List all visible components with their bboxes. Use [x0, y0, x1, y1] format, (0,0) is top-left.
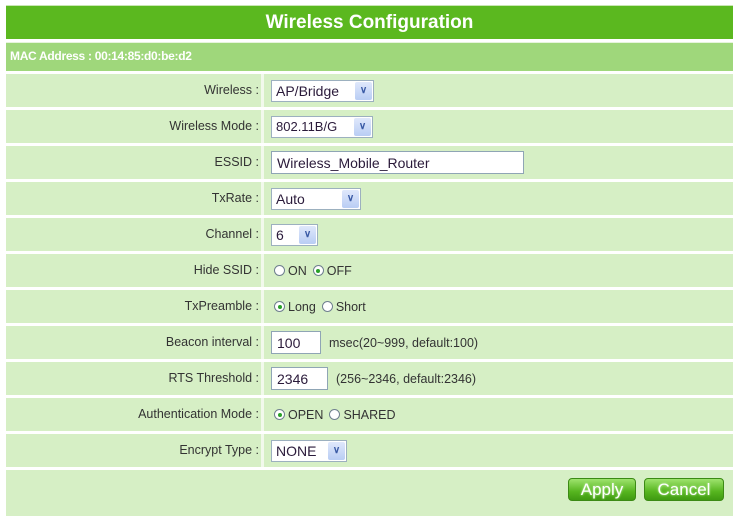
apply-button[interactable]: Apply: [568, 478, 636, 501]
radio-checked-icon[interactable]: [274, 409, 285, 420]
channel-select[interactable]: 6 ∨: [271, 223, 318, 246]
wireless-mode-value: 802.11B/G: [276, 119, 338, 134]
radio-icon[interactable]: [274, 265, 285, 276]
authentication-mode-label: Authentication Mode :: [6, 398, 264, 431]
page-title: Wireless Configuration: [6, 5, 733, 39]
hide-ssid-off-radio[interactable]: OFF: [312, 263, 352, 278]
txrate-select[interactable]: Auto ∨: [271, 187, 361, 210]
radio-icon[interactable]: [321, 301, 333, 312]
row-hide-ssid: Hide SSID : ON OFF: [6, 254, 733, 287]
beacon-interval-label: Beacon interval :: [6, 326, 264, 359]
chevron-down-icon[interactable]: ∨: [342, 189, 359, 208]
auth-shared-radio[interactable]: SHARED: [329, 407, 396, 422]
encrypt-type-label: Encrypt Type :: [6, 434, 264, 467]
wireless-mode-label: Wireless Mode :: [6, 110, 264, 143]
row-encrypt-type: Encrypt Type : NONE ∨: [6, 434, 733, 467]
chevron-down-icon[interactable]: ∨: [299, 225, 316, 244]
encrypt-type-select[interactable]: NONE ∨: [271, 439, 347, 462]
txrate-value: Auto: [276, 190, 305, 207]
row-essid: ESSID :: [6, 146, 733, 179]
essid-label: ESSID :: [6, 146, 264, 179]
txpreamble-short-radio[interactable]: Short: [321, 299, 366, 314]
beacon-interval-hint: msec(20~999, default:100): [329, 335, 479, 350]
channel-label: Channel :: [6, 218, 264, 251]
wireless-value: AP/Bridge: [276, 82, 340, 99]
essid-input[interactable]: [271, 151, 524, 174]
txpreamble-label: TxPreamble :: [6, 290, 264, 323]
radio-label: ON: [288, 263, 307, 278]
chevron-down-icon[interactable]: ∨: [354, 117, 371, 136]
rts-threshold-label: RTS Threshold :: [6, 362, 264, 395]
chevron-down-icon[interactable]: ∨: [355, 81, 372, 100]
row-txrate: TxRate : Auto ∨: [6, 182, 733, 215]
hide-ssid-on-radio[interactable]: ON: [274, 264, 307, 278]
row-channel: Channel : 6 ∨: [6, 218, 733, 251]
row-rts-threshold: RTS Threshold : (256~2346, default:2346): [6, 362, 733, 395]
radio-checked-icon[interactable]: [312, 265, 324, 276]
radio-label: SHARED: [343, 407, 396, 422]
rts-threshold-input[interactable]: [271, 367, 328, 390]
form-footer: Apply Cancel: [6, 470, 733, 516]
radio-icon[interactable]: [329, 409, 341, 420]
txrate-label: TxRate :: [6, 182, 264, 215]
mac-address: MAC Address : 00:14:85:d0:be:d2: [6, 42, 733, 71]
wireless-config-panel: Wireless Configuration MAC Address : 00:…: [6, 5, 733, 516]
encrypt-type-value: NONE: [276, 442, 317, 459]
row-beacon-interval: Beacon interval : msec(20~999, default:1…: [6, 326, 733, 359]
radio-label: Long: [288, 299, 316, 314]
channel-value: 6: [276, 226, 284, 243]
radio-label: OFF: [326, 263, 352, 278]
row-authentication-mode: Authentication Mode : OPEN SHARED: [6, 398, 733, 431]
rts-threshold-hint: (256~2346, default:2346): [336, 371, 477, 386]
hide-ssid-label: Hide SSID :: [6, 254, 264, 287]
wireless-mode-select[interactable]: 802.11B/G ∨: [271, 115, 373, 138]
txpreamble-long-radio[interactable]: Long: [274, 300, 316, 314]
row-txpreamble: TxPreamble : Long Short: [6, 290, 733, 323]
chevron-down-icon[interactable]: ∨: [328, 441, 345, 460]
wireless-label: Wireless :: [6, 74, 264, 107]
cancel-button[interactable]: Cancel: [644, 478, 724, 501]
auth-open-radio[interactable]: OPEN: [274, 408, 323, 422]
row-wireless: Wireless : AP/Bridge ∨: [6, 74, 733, 107]
row-wireless-mode: Wireless Mode : 802.11B/G ∨: [6, 110, 733, 143]
radio-label: Short: [335, 299, 366, 314]
wireless-select[interactable]: AP/Bridge ∨: [271, 79, 374, 102]
radio-checked-icon[interactable]: [274, 301, 285, 312]
beacon-interval-input[interactable]: [271, 331, 321, 354]
radio-label: OPEN: [288, 407, 324, 422]
